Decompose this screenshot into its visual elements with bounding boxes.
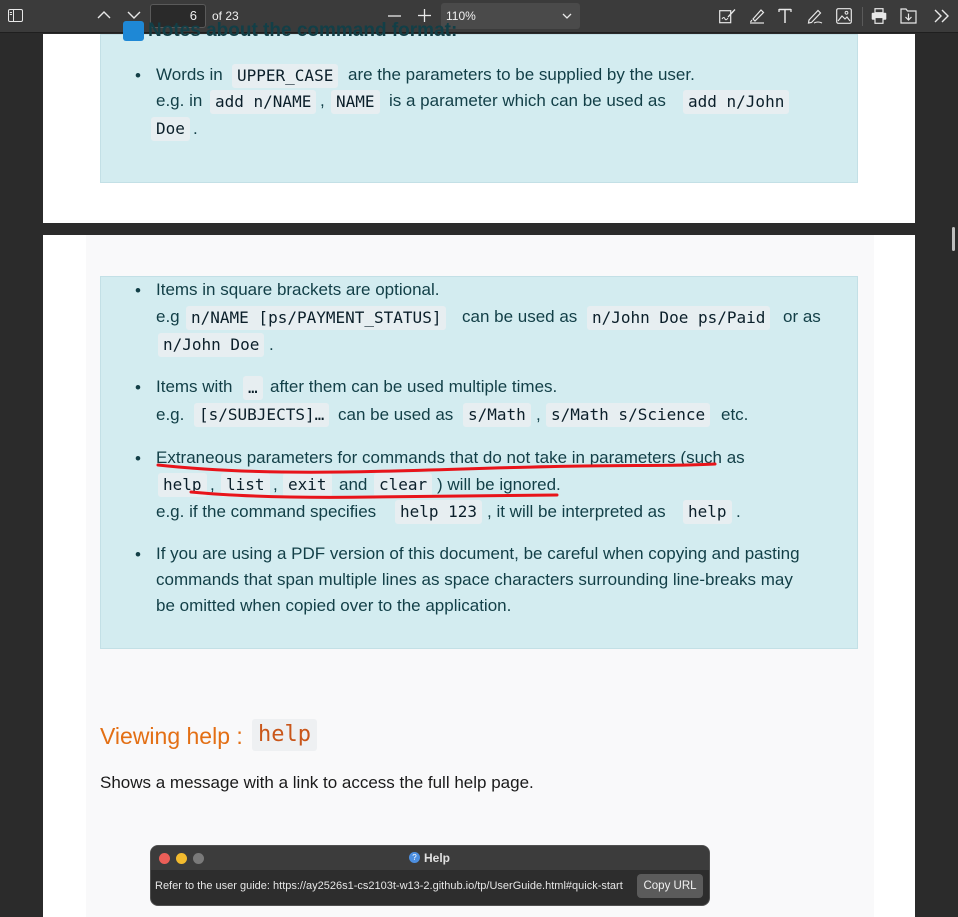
dialog-message: Refer to the user guide: https://ay2526s… bbox=[155, 880, 623, 892]
notes-text: after them can be used multiple times. bbox=[270, 377, 558, 396]
notes-text: , bbox=[273, 475, 278, 494]
notes-text: or as bbox=[783, 307, 821, 326]
zoom-out-icon[interactable] bbox=[388, 15, 401, 17]
inline-code: n/John Doe bbox=[158, 333, 265, 357]
bullet-dot: • bbox=[135, 281, 141, 300]
notes-text: commands that span multiple lines as spa… bbox=[156, 570, 793, 589]
notes-text: can be used as bbox=[338, 405, 454, 424]
notes-text: e.g bbox=[156, 307, 180, 326]
toolbar-divider bbox=[862, 7, 863, 26]
section-heading-code: help bbox=[252, 719, 317, 751]
scrollbar-thumb[interactable] bbox=[952, 227, 955, 251]
inline-code: n/John Doe ps/Paid bbox=[587, 306, 771, 330]
chevron-down-icon bbox=[562, 3, 572, 38]
notes-text: and bbox=[339, 475, 368, 494]
close-dot-icon bbox=[159, 853, 170, 864]
notes-text: If you are using a PDF version of this d… bbox=[156, 544, 800, 563]
next-page-icon[interactable] bbox=[127, 11, 141, 20]
inline-code: list bbox=[221, 473, 270, 497]
notes-text: , bbox=[536, 405, 541, 424]
previous-page-icon[interactable] bbox=[97, 10, 111, 19]
inline-code: s/Math bbox=[463, 403, 531, 427]
copy-url-button: Copy URL bbox=[637, 874, 703, 898]
bullet-dot: • bbox=[135, 545, 141, 564]
inline-code: s/Math s/Science bbox=[546, 403, 711, 427]
highlight-icon[interactable] bbox=[749, 8, 765, 24]
inline-code: add n/John bbox=[683, 90, 790, 114]
notes-callout-top: Notes about the command format: • Words … bbox=[100, 21, 858, 183]
zoom-select[interactable]: 110% bbox=[441, 3, 580, 29]
text-tool-icon[interactable] bbox=[778, 8, 792, 24]
minimize-dot-icon bbox=[176, 853, 187, 864]
notes-text: Items in square brackets are optional. bbox=[156, 280, 440, 299]
dialog-title: Help bbox=[424, 851, 451, 865]
inline-code: Doe bbox=[151, 117, 190, 141]
bullet-dot: • bbox=[135, 449, 141, 468]
inline-code: help bbox=[158, 473, 207, 497]
bullet-dot: • bbox=[135, 66, 141, 85]
notes-text: , it will be interpreted as bbox=[487, 502, 666, 521]
section-description: Shows a message with a link to access th… bbox=[100, 773, 534, 792]
pdf-page-5: Notes about the command format: • Words … bbox=[43, 21, 915, 223]
inline-code: add n/NAME bbox=[210, 90, 317, 114]
notes-text: . bbox=[736, 502, 741, 521]
inline-code: help bbox=[683, 500, 732, 524]
notes-text: can be used as bbox=[462, 307, 578, 326]
sign-icon[interactable] bbox=[719, 8, 736, 24]
inline-code: n/NAME [ps/PAYMENT_STATUS] bbox=[186, 306, 447, 330]
pdf-page-6: • Items in square brackets are optional.… bbox=[43, 235, 915, 917]
inline-code: NAME bbox=[331, 90, 380, 114]
image-icon[interactable] bbox=[836, 8, 852, 24]
inline-code: clear bbox=[374, 473, 433, 497]
notes-text: Extraneous parameters for commands that … bbox=[156, 448, 745, 467]
sidebar-toggle-icon[interactable] bbox=[8, 9, 23, 22]
notes-text: Items with bbox=[156, 377, 233, 396]
info-icon bbox=[123, 21, 144, 41]
notes-text: e.g. in bbox=[156, 91, 203, 110]
section-heading: Viewing help : bbox=[100, 723, 243, 749]
notes-text: ) will be ignored. bbox=[437, 475, 561, 494]
notes-text: . bbox=[269, 335, 274, 354]
help-dialog-image: ? Help Refer to the user guide: https://… bbox=[150, 845, 710, 906]
notes-text: etc. bbox=[721, 405, 749, 424]
notes-heading: Notes about the command format: bbox=[148, 20, 458, 41]
inline-code: help 123 bbox=[395, 500, 483, 524]
maximize-dot-icon bbox=[193, 853, 204, 864]
notes-text: . bbox=[193, 119, 198, 138]
draw-icon[interactable] bbox=[806, 8, 823, 24]
notes-text: e.g. bbox=[156, 405, 185, 424]
notes-text: be omitted when copied over to the appli… bbox=[156, 596, 512, 615]
help-question-icon: ? bbox=[409, 852, 420, 863]
dialog-title-bar: ? Help bbox=[151, 846, 709, 870]
more-tools-icon[interactable] bbox=[934, 9, 950, 23]
inline-code: exit bbox=[283, 473, 332, 497]
notes-text: , bbox=[320, 91, 325, 110]
notes-text: Words in bbox=[156, 65, 223, 84]
notes-text: , bbox=[210, 475, 215, 494]
save-icon[interactable] bbox=[900, 8, 917, 24]
inline-code: UPPER_CASE bbox=[232, 64, 339, 88]
notes-text: are the parameters to be supplied by the… bbox=[348, 65, 695, 84]
bullet-dot: • bbox=[135, 378, 141, 397]
print-icon[interactable] bbox=[871, 8, 887, 24]
notes-text: e.g. if the command specifies bbox=[156, 502, 377, 521]
inline-code: … bbox=[243, 376, 263, 400]
notes-text: is a parameter which can be used as bbox=[389, 91, 666, 110]
document-viewer[interactable]: Notes about the command format: • Words … bbox=[0, 21, 958, 917]
notes-callout: • Items in square brackets are optional.… bbox=[100, 276, 858, 649]
inline-code: [s/SUBJECTS]… bbox=[194, 403, 330, 427]
